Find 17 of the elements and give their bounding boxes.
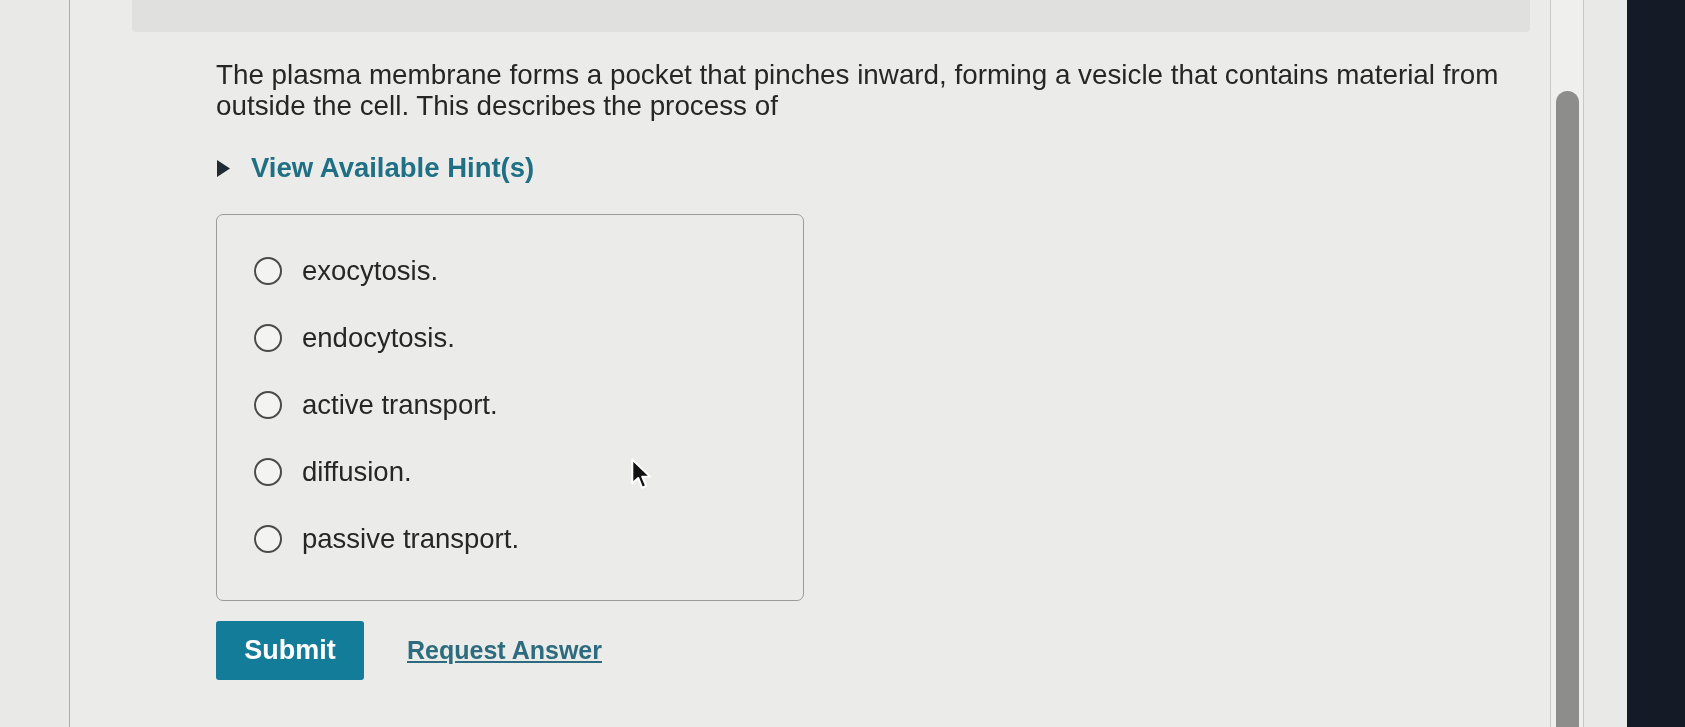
radio-button[interactable]: [254, 390, 282, 419]
radio-button[interactable]: [254, 323, 282, 352]
option-label[interactable]: endocytosis.: [302, 321, 455, 354]
scrollbar-thumb[interactable]: [1555, 91, 1579, 727]
option-label[interactable]: exocytosis.: [302, 254, 439, 287]
request-answer-link[interactable]: Request Answer: [407, 636, 602, 665]
question-text: The plasma membrane forms a pocket that pinches inward, forming a vesicle that contains material from outside the cell. This describes the process of: [216, 59, 1500, 121]
radio-button[interactable]: [254, 524, 282, 553]
option-label[interactable]: passive transport.: [302, 522, 520, 555]
radio-button[interactable]: [254, 256, 282, 285]
radio-button[interactable]: [254, 457, 282, 486]
cursor-icon: [631, 458, 652, 490]
submit-button[interactable]: Submit: [216, 621, 364, 680]
hint-toggle-link[interactable]: View Available Hint(s): [251, 152, 535, 184]
option-label[interactable]: active transport.: [302, 388, 498, 421]
caret-icon[interactable]: [217, 159, 230, 177]
option-label[interactable]: diffusion.: [302, 455, 412, 488]
